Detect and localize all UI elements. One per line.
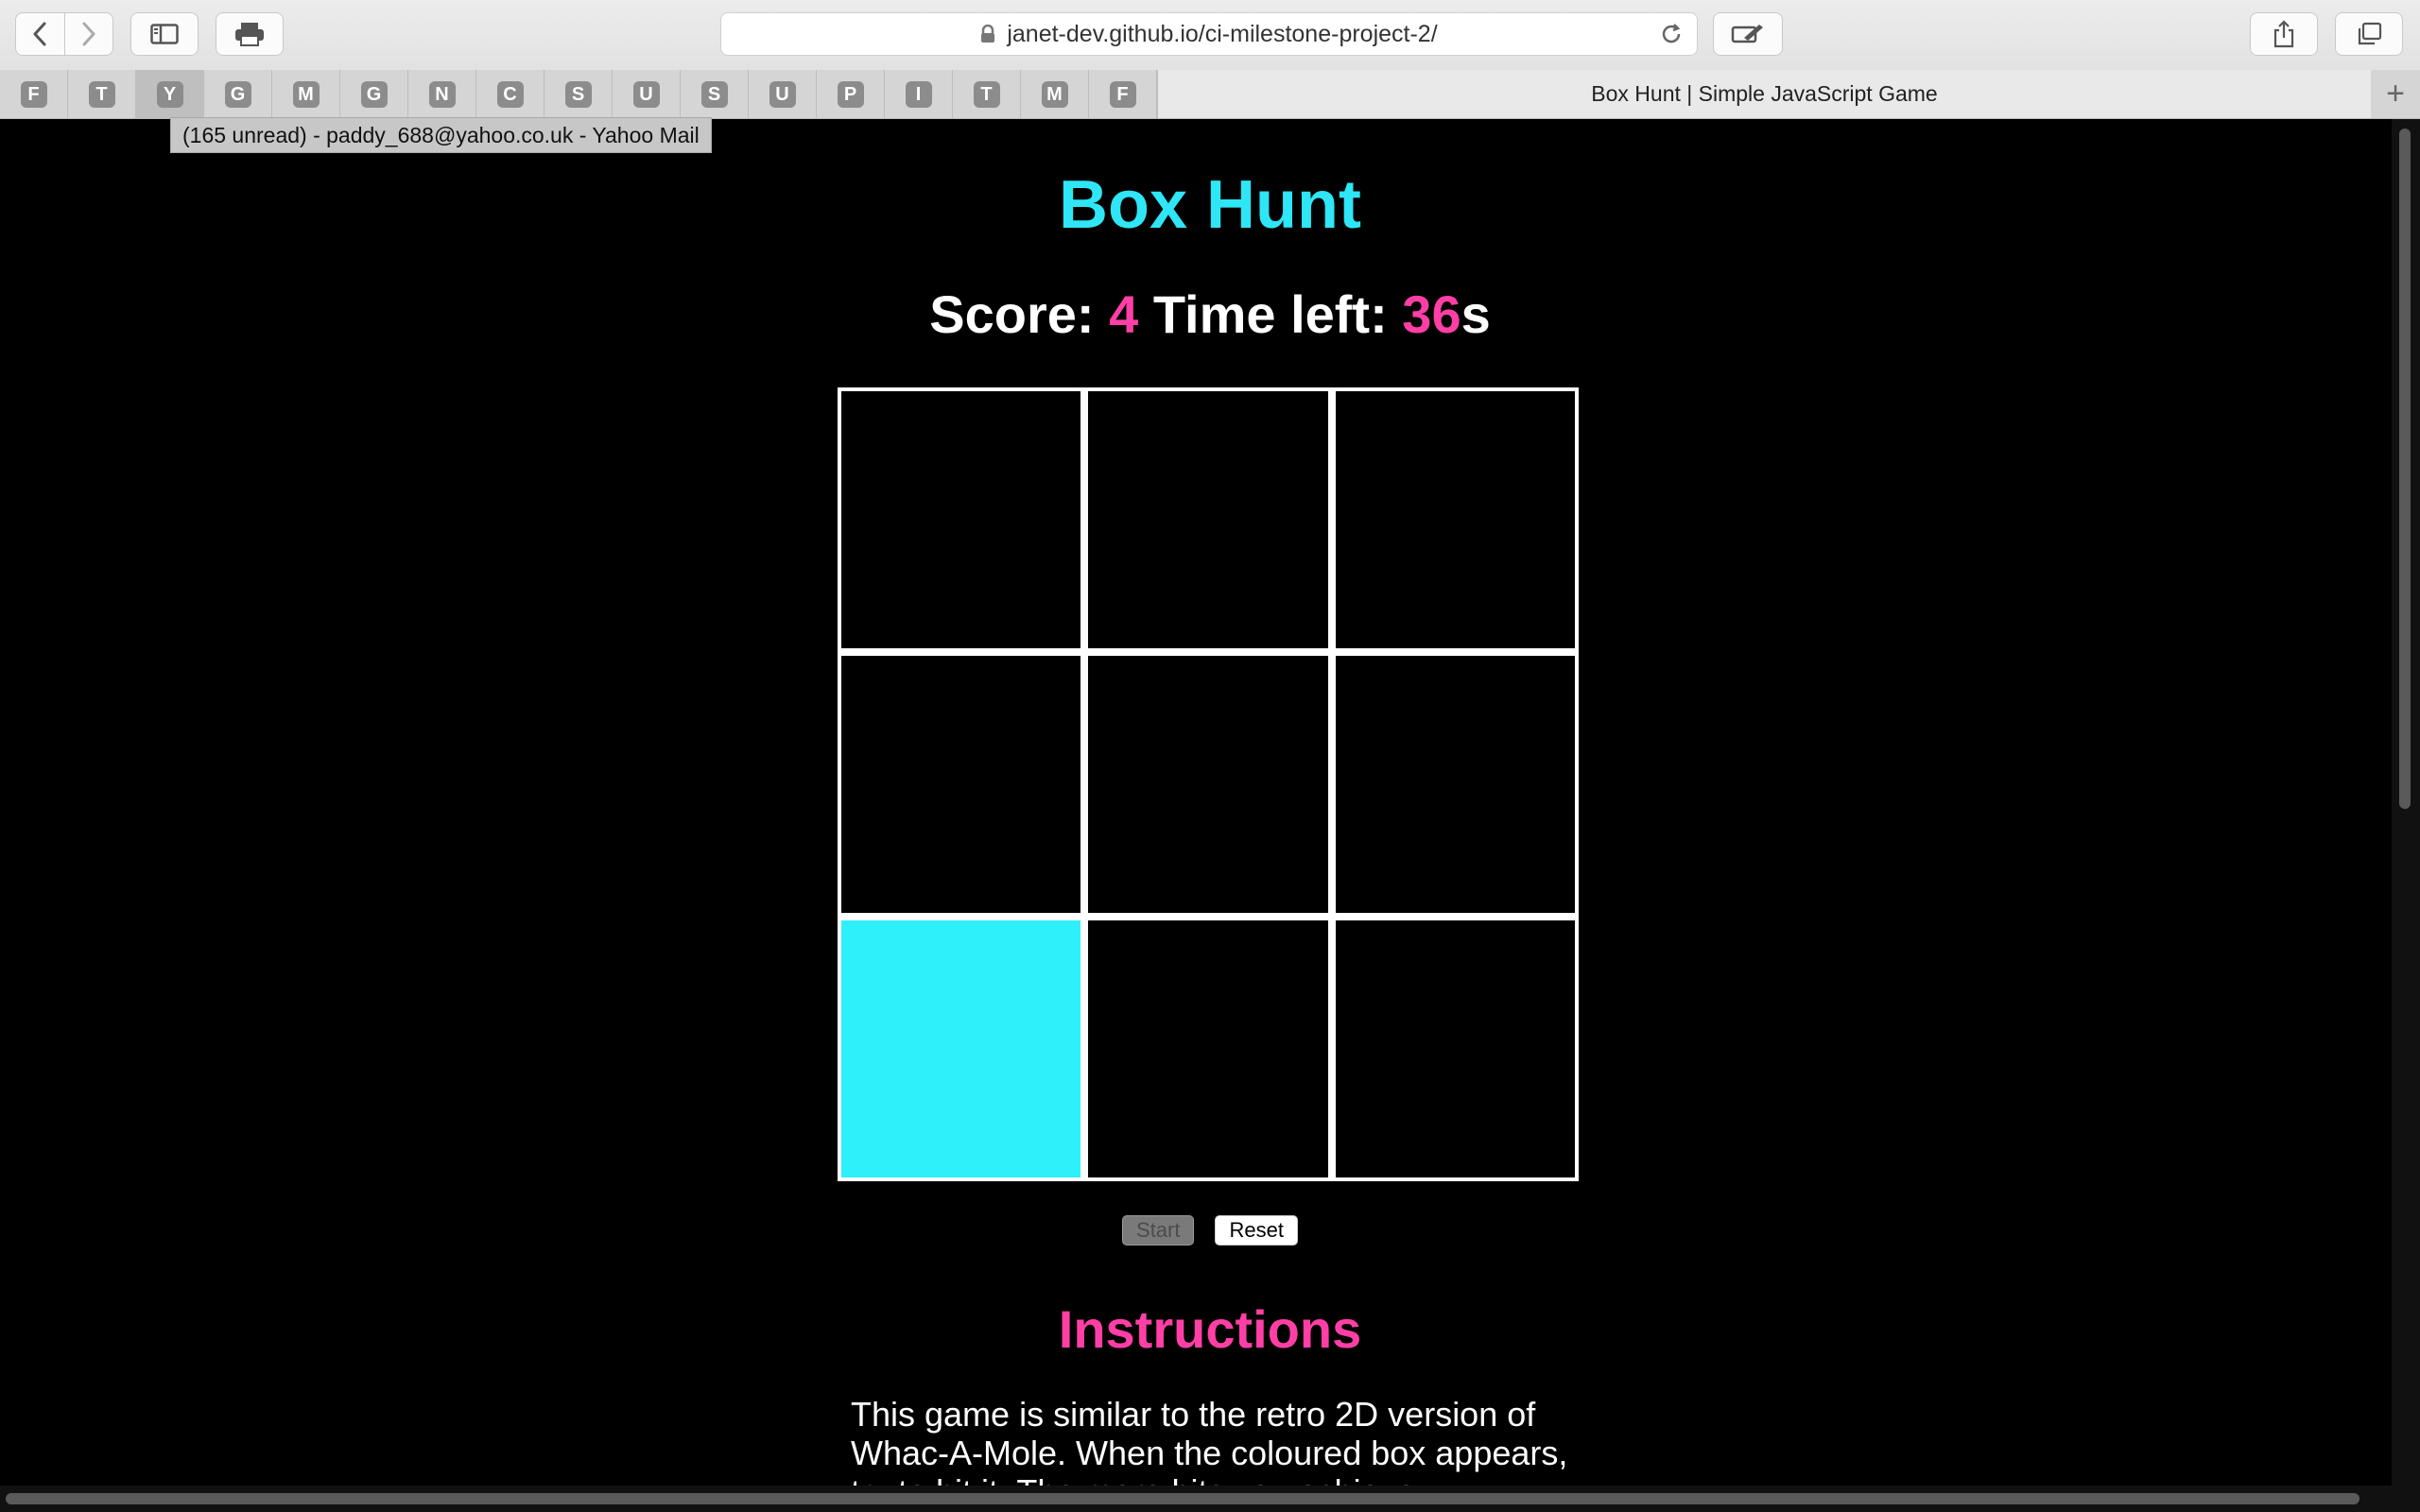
game-controls: Start Reset [0,1215,2420,1246]
forward-button[interactable] [63,13,113,55]
game-grid [838,387,1579,1181]
favicon-icon: S [700,80,728,108]
grid-cell[interactable] [1335,920,1575,1177]
grid-cell[interactable] [1335,656,1575,913]
reload-icon[interactable] [1659,22,1684,46]
back-button[interactable] [16,13,64,55]
horizontal-scroll-thumb[interactable] [6,1493,2360,1504]
favicon-icon: U [632,80,660,108]
favicon-icon: N [428,80,456,108]
favicon-icon: T [973,80,1000,108]
pinned-tab[interactable]: G [204,70,272,118]
pinned-tab[interactable]: P [817,70,885,118]
favicon-icon: M [292,80,320,108]
markup-button[interactable] [1713,12,1783,56]
print-button[interactable] [216,12,284,56]
favicon-icon: C [496,80,524,108]
favicon-icon: T [88,80,115,108]
favicon-icon: F [20,80,47,108]
grid-cell[interactable] [1335,391,1575,648]
pinned-tab[interactable]: N [408,70,476,118]
pinned-tab[interactable]: M [272,70,340,118]
time-label: Time left: [1152,284,1388,344]
pinned-tab[interactable]: T [68,70,136,118]
score-line: Score: 4 Time left: 36s [0,284,2420,345]
pinned-tab[interactable]: G [340,70,408,118]
time-unit: s [1461,284,1491,344]
pinned-tab[interactable]: M [1021,70,1089,118]
grid-cell[interactable] [1088,391,1328,648]
grid-cell[interactable] [841,391,1081,648]
pinned-tab[interactable]: F [1089,70,1157,118]
favicon-icon: G [360,80,388,108]
score-value: 4 [1109,284,1139,344]
favicon-icon: I [905,80,932,108]
printer-icon [235,23,264,46]
favicon-icon: Y [156,80,183,108]
share-button[interactable] [2250,12,2318,56]
pinned-tab[interactable]: T [953,70,1021,118]
page-content: Box Hunt Score: 4 Time left: 36s Start R… [0,119,2392,1511]
horizontal-scrollbar[interactable] [0,1486,2420,1512]
chevron-left-icon [33,22,46,46]
pinned-tab[interactable]: S [681,70,749,118]
browser-toolbar: janet-dev.github.io/ci-milestone-project… [0,0,2420,71]
grid-cell[interactable] [1088,656,1328,913]
pinned-tab[interactable]: S [544,70,613,118]
share-icon [2273,20,2294,48]
navigation-buttons [15,12,113,56]
start-button[interactable]: Start [1122,1215,1195,1246]
grid-cell-lit[interactable] [841,920,1081,1177]
url-text: janet-dev.github.io/ci-milestone-project… [1007,20,1438,47]
favicon-icon: G [224,80,251,108]
sidebar-button[interactable] [130,12,199,56]
tab-bar: F T Y G M G N C S U S U P I T M F Box Hunt | Simple Java… [0,70,2420,119]
new-tab-button[interactable]: + [2371,70,2420,118]
instructions-heading: Instructions [1058,1299,1362,1359]
tab-overview-button[interactable] [2335,12,2403,56]
page-title: Box Hunt [1059,167,1361,243]
score-label: Score: [929,284,1095,344]
favicon-icon: P [837,80,864,108]
tab-title: Box Hunt | Simple JavaScript Game [1591,81,1938,106]
address-bar[interactable]: janet-dev.github.io/ci-milestone-project… [720,12,1698,56]
tab-tooltip: (165 unread) - paddy_688@yahoo.co.uk - Y… [170,117,712,153]
grid-cell[interactable] [1088,920,1328,1177]
favicon-icon: S [564,80,592,108]
pinned-tab[interactable]: U [613,70,681,118]
sidebar-icon [150,24,179,44]
pen-icon [1731,25,1763,43]
tabs-icon [2358,22,2382,45]
time-value: 36 [1402,284,1461,344]
pinned-tab[interactable]: Y [136,70,204,118]
pinned-tab[interactable]: I [885,70,953,118]
reset-button[interactable]: Reset [1215,1215,1298,1246]
lock-icon [981,25,995,43]
pinned-tab[interactable]: C [476,70,544,118]
favicon-icon: U [769,80,796,108]
favicon-icon: M [1041,80,1068,108]
pinned-tab[interactable]: U [749,70,817,118]
pinned-tab[interactable]: F [0,70,68,118]
vertical-scrollbar[interactable] [2392,119,2420,1487]
tab-active[interactable]: Box Hunt | Simple JavaScript Game [1157,70,2371,118]
favicon-icon: F [1109,80,1136,108]
chevron-right-icon [82,22,95,46]
vertical-scroll-thumb[interactable] [2399,129,2411,809]
grid-cell[interactable] [841,656,1081,913]
